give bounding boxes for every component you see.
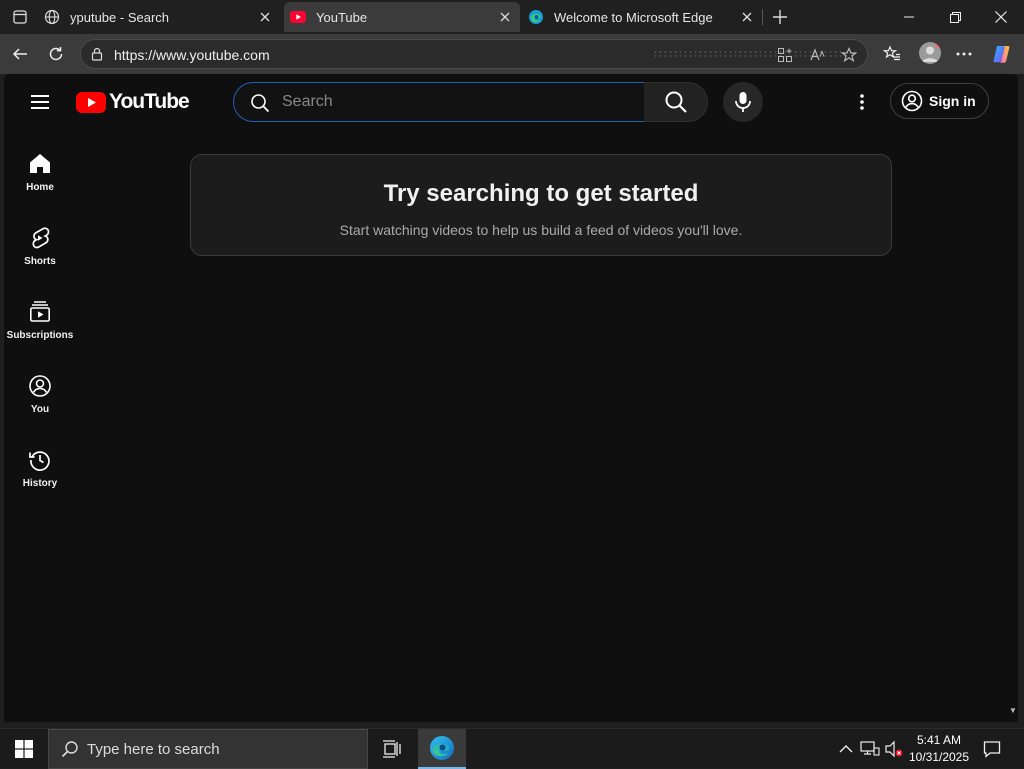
feed-heading: Try searching to get started xyxy=(383,180,699,207)
search-icon xyxy=(664,90,688,114)
windows-taskbar: Type here to search 5:41 AM 10/31/2025 xyxy=(0,728,1024,769)
tab-title: yputube - Search xyxy=(70,9,170,25)
clock-time: 5:41 AM xyxy=(916,733,962,747)
guide-item-label: Subscriptions xyxy=(6,330,74,341)
favorites-icon[interactable] xyxy=(878,40,906,68)
tab-title: Welcome to Microsoft Edge xyxy=(554,9,713,25)
tab-edge-welcome[interactable]: Welcome to Microsoft Edge xyxy=(528,2,762,32)
guide-item-label: Shorts xyxy=(24,256,56,267)
network-icon[interactable] xyxy=(860,739,880,759)
favorite-star-icon[interactable] xyxy=(839,45,859,65)
shorts-icon xyxy=(28,226,52,250)
guide-item-you[interactable]: You xyxy=(4,358,76,432)
empty-feed-card: Try searching to get started Start watch… xyxy=(190,154,892,256)
home-icon xyxy=(28,152,52,176)
search-button[interactable] xyxy=(644,82,708,122)
feed-subtext: Start watching videos to help us build a… xyxy=(339,222,743,238)
volume-muted-icon[interactable] xyxy=(884,739,904,759)
youtube-logo[interactable]: YouTube xyxy=(76,90,190,114)
tab-youtube[interactable]: YouTube xyxy=(284,2,520,32)
microphone-icon xyxy=(734,91,752,113)
notification-center-icon[interactable] xyxy=(978,737,1006,761)
guide-menu-icon[interactable] xyxy=(26,90,54,114)
edge-icon xyxy=(528,9,544,25)
guide-item-subscriptions[interactable]: Subscriptions xyxy=(4,284,76,358)
guide-item-history[interactable]: History xyxy=(4,432,76,506)
browser-toolbar: https://www.youtube.com xyxy=(0,34,1024,74)
guide-item-home[interactable]: Home xyxy=(4,136,76,210)
chevron-up-icon[interactable] xyxy=(836,739,856,759)
new-tab-icon[interactable] xyxy=(768,5,792,29)
page-viewport: YouTube Search Sign in Home Shorts Subsc… xyxy=(4,74,1018,722)
voice-search-button[interactable] xyxy=(723,82,763,122)
task-view-button[interactable] xyxy=(368,729,416,769)
tab-search[interactable]: yputube - Search xyxy=(44,2,280,32)
clock-date: 10/31/2025 xyxy=(908,750,970,764)
minimize-icon[interactable] xyxy=(886,0,932,34)
subscriptions-icon xyxy=(28,300,52,324)
close-window-icon[interactable] xyxy=(978,0,1024,34)
system-clock[interactable]: 5:41 AM 10/31/2025 xyxy=(906,732,972,766)
settings-more-icon[interactable] xyxy=(950,40,978,68)
guide-item-shorts[interactable]: Shorts xyxy=(4,210,76,284)
close-tab-icon[interactable] xyxy=(736,6,758,28)
tab-actions-icon[interactable] xyxy=(6,5,34,29)
refresh-icon[interactable] xyxy=(42,40,70,68)
start-button[interactable] xyxy=(0,729,48,769)
guide-item-label: Home xyxy=(26,182,54,193)
back-arrow-icon[interactable] xyxy=(6,40,34,68)
youtube-favicon xyxy=(290,9,306,25)
restore-icon[interactable] xyxy=(932,0,978,34)
scroll-down-arrow-icon[interactable]: ▼ xyxy=(1008,706,1018,716)
you-icon xyxy=(28,374,52,398)
tab-title: YouTube xyxy=(316,9,368,25)
tab-separator xyxy=(762,9,763,25)
taskbar-edge-app[interactable] xyxy=(418,729,466,769)
search-placeholder: Search xyxy=(282,93,333,110)
lock-icon[interactable] xyxy=(89,46,105,62)
profile-avatar[interactable] xyxy=(919,42,941,64)
search-input[interactable]: Search xyxy=(233,82,645,122)
edge-icon xyxy=(429,735,455,761)
address-bar[interactable]: https://www.youtube.com xyxy=(80,39,868,69)
close-tab-icon[interactable] xyxy=(254,6,276,28)
youtube-wordmark: YouTube xyxy=(109,90,190,113)
task-view-icon xyxy=(382,740,402,758)
search-icon xyxy=(61,740,79,758)
page-scrollbar[interactable] xyxy=(1018,74,1024,722)
copilot-icon[interactable] xyxy=(988,40,1016,68)
browser-tab-strip: yputube - Search YouTube Welcome to Micr… xyxy=(0,0,1024,34)
app-available-icon[interactable] xyxy=(775,45,795,65)
close-tab-icon[interactable] xyxy=(494,6,516,28)
sign-in-button[interactable]: Sign in xyxy=(890,83,989,119)
taskbar-search-placeholder: Type here to search xyxy=(87,740,220,758)
more-options-icon[interactable] xyxy=(850,90,874,114)
guide-item-label: You xyxy=(30,404,50,415)
taskbar-search-input[interactable]: Type here to search xyxy=(48,729,368,769)
history-icon xyxy=(28,448,52,472)
guide-item-label: History xyxy=(22,478,58,489)
url-text: https://www.youtube.com xyxy=(114,47,270,63)
globe-icon xyxy=(44,9,60,25)
windows-logo-icon xyxy=(15,740,33,758)
sign-in-label: Sign in xyxy=(929,93,976,109)
read-aloud-icon[interactable] xyxy=(808,45,828,65)
search-icon xyxy=(250,93,270,113)
youtube-logo-icon xyxy=(76,91,106,113)
account-icon xyxy=(901,90,923,112)
